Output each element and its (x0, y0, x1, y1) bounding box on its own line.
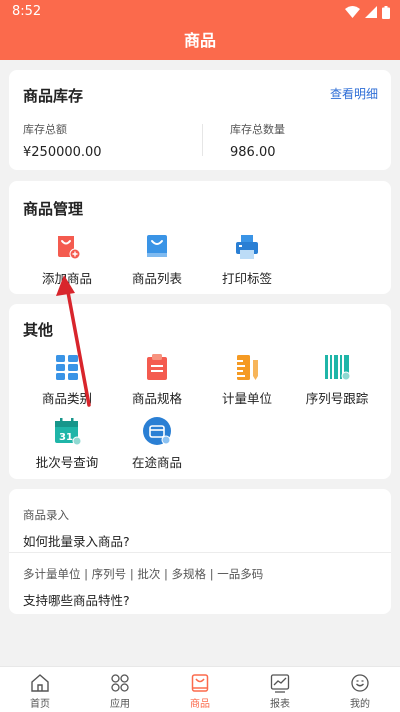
total-amount-stat: 库存总额 ¥250000.00 (23, 121, 102, 160)
bottom-tab-bar: 首页 应用 商品 报表 我的 (0, 666, 400, 712)
product-category-label: 商品类别 (41, 391, 92, 406)
report-chart-icon (270, 673, 290, 693)
system-icons (345, 4, 390, 20)
unit-ruler-icon (232, 352, 262, 382)
apps-icon (110, 673, 130, 693)
page-title: 商品 (183, 31, 216, 50)
barcode-icon (322, 352, 352, 382)
home-icon (30, 673, 50, 693)
status-bar: 8:52 (0, 0, 400, 24)
print-label-label: 打印标签 (221, 271, 272, 286)
tab-home-label: 首页 (30, 699, 50, 710)
faq-divider (9, 552, 391, 553)
batch-query-button[interactable]: 31 批次号查询 (22, 416, 112, 471)
other-card-title: 其他 (23, 321, 54, 339)
tab-goods[interactable]: 商品 (170, 673, 230, 710)
product-spec-label: 商品规格 (131, 391, 182, 406)
tab-home[interactable]: 首页 (10, 673, 70, 710)
goods-bag-icon (190, 673, 210, 693)
product-list-button[interactable]: 商品列表 (112, 232, 202, 287)
spec-clipboard-icon (142, 352, 172, 382)
total-qty-stat: 库存总数量 986.00 (230, 121, 285, 160)
tab-mine[interactable]: 我的 (330, 673, 390, 710)
print-label-button[interactable]: 打印标签 (202, 232, 292, 287)
app-bar: 商品 (0, 24, 400, 60)
calendar-batch-icon: 31 (52, 416, 82, 446)
total-amount-label: 库存总额 (23, 123, 67, 136)
printer-icon (232, 232, 262, 262)
product-list-icon (142, 232, 172, 262)
product-category-button[interactable]: 商品类别 (22, 352, 112, 407)
add-product-icon (52, 232, 82, 262)
wifi-icon (345, 6, 360, 18)
faq-category: 商品录入 (23, 508, 69, 522)
stock-card-title: 商品库存 (23, 87, 84, 105)
view-details-link[interactable]: 查看明细 (330, 85, 378, 102)
measure-unit-label: 计量单位 (221, 391, 272, 406)
product-management-card: 商品管理 添加商品 商品列表 打印标签 (9, 181, 391, 294)
stat-divider (202, 124, 203, 156)
signal-icon (365, 6, 377, 18)
batch-query-label: 批次号查询 (35, 455, 99, 470)
product-list-label: 商品列表 (131, 271, 182, 286)
faq-item-features[interactable]: 多计量单位 | 序列号 | 批次 | 多规格 | 一品多码 支持哪些商品特性? (23, 566, 263, 609)
total-qty-value: 986.00 (230, 145, 276, 160)
category-icon (52, 352, 82, 382)
total-amount-value: ¥250000.00 (23, 145, 102, 160)
serial-tracking-label: 序列号跟踪 (305, 391, 369, 406)
tab-goods-label: 商品 (190, 699, 210, 710)
add-product-button[interactable]: 添加商品 (22, 232, 112, 287)
tab-apps[interactable]: 应用 (90, 673, 150, 710)
tab-report-label: 报表 (270, 699, 290, 710)
measure-unit-button[interactable]: 计量单位 (202, 352, 292, 407)
faq-item-batch-entry[interactable]: 商品录入 如何批量录入商品? (23, 507, 130, 550)
faq-card: 商品录入 如何批量录入商品? 多计量单位 | 序列号 | 批次 | 多规格 | … (9, 489, 391, 614)
tab-apps-label: 应用 (110, 699, 130, 710)
status-time: 8:52 (12, 4, 42, 19)
faq-question: 支持哪些商品特性? (23, 593, 130, 608)
tab-mine-label: 我的 (350, 699, 370, 710)
add-product-label: 添加商品 (41, 271, 92, 286)
total-qty-label: 库存总数量 (230, 123, 285, 136)
in-transit-icon (142, 416, 172, 446)
profile-smile-icon (350, 673, 370, 693)
battery-icon (382, 5, 390, 19)
serial-tracking-button[interactable]: 序列号跟踪 (292, 352, 382, 407)
faq-category: 多计量单位 | 序列号 | 批次 | 多规格 | 一品多码 (23, 567, 264, 581)
stock-card: 商品库存 查看明细 库存总额 ¥250000.00 库存总数量 986.00 (9, 70, 391, 170)
in-transit-button[interactable]: 在途商品 (112, 416, 202, 471)
management-card-title: 商品管理 (23, 200, 84, 218)
svg-text:31: 31 (59, 432, 73, 443)
other-card: 其他 商品类别 商品规格 计量单位 序列号跟踪 31 批次号查询 在途商品 (9, 304, 391, 479)
tab-report[interactable]: 报表 (250, 673, 310, 710)
in-transit-label: 在途商品 (131, 455, 182, 470)
product-spec-button[interactable]: 商品规格 (112, 352, 202, 407)
faq-question: 如何批量录入商品? (23, 534, 130, 549)
